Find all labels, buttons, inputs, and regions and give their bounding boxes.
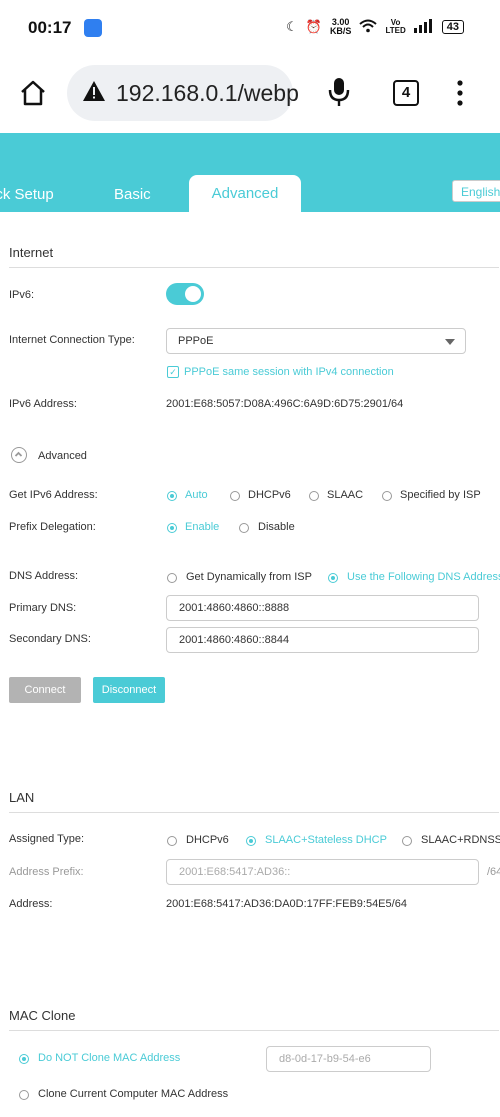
app-notification-icon [84, 19, 102, 37]
secondary-dns-label: Secondary DNS: [9, 633, 91, 645]
option-prefix-disable[interactable]: Disable [258, 521, 295, 533]
assigned-type-label: Assigned Type: [9, 833, 85, 845]
option-dns-manual[interactable]: Use the Following DNS Addresses [347, 571, 500, 583]
volte-indicator: Vo LTED [385, 18, 406, 35]
lan-address-label: Address: [9, 898, 53, 910]
option-slaac[interactable]: SLAAC [327, 489, 363, 501]
option-lan-dhcpv6[interactable]: DHCPv6 [186, 834, 229, 846]
tab-switcher-button[interactable]: 4 [393, 80, 419, 106]
option-clone-current[interactable]: Clone Current Computer MAC Address [38, 1088, 228, 1100]
home-icon[interactable] [18, 78, 48, 108]
option-auto[interactable]: Auto [185, 489, 208, 501]
dns-address-label: DNS Address: [9, 570, 79, 582]
connect-button[interactable]: Connect [9, 677, 81, 703]
tab-quick-setup[interactable]: ick Setup [0, 186, 54, 203]
connection-type-label: Internet Connection Type: [9, 334, 135, 346]
address-prefix-input[interactable]: 2001:E68:5417:AD36:: [166, 859, 479, 885]
moon-icon: ☾ [286, 19, 298, 34]
option-specified-by-isp[interactable]: Specified by ISP [400, 489, 481, 501]
ipv6-toggle[interactable] [166, 283, 204, 305]
option-prefix-enable[interactable]: Enable [185, 521, 219, 533]
radio-dhcpv6[interactable] [230, 491, 240, 501]
battery-icon: 43 [441, 20, 464, 34]
status-icons: ☾ ⏰ 3.00 KB/S Vo LTED 43 [286, 18, 464, 36]
mac-address-input[interactable]: d8-0d-17-b9-54-e6 [266, 1046, 431, 1072]
radio-lan-slaac-dhcp[interactable] [246, 836, 256, 846]
net-speed: 3.00 KB/S [329, 17, 352, 36]
radio-prefix-enable[interactable] [167, 523, 177, 533]
status-time: 00:17 [28, 18, 72, 37]
radio-prefix-disable[interactable] [239, 523, 249, 533]
wifi-icon [359, 19, 378, 36]
address-prefix-label: Address Prefix: [9, 866, 84, 878]
collapse-advanced-icon[interactable] [11, 447, 27, 463]
radio-slaac[interactable] [309, 491, 319, 501]
prefix-length: /64 [487, 866, 500, 878]
radio-lan-dhcpv6[interactable] [167, 836, 177, 846]
lan-address-value: 2001:E68:5417:AD36:DA0D:17FF:FEB9:54E5/6… [166, 898, 407, 910]
more-menu-icon[interactable] [455, 80, 465, 111]
ipv6-address-value: 2001:E68:5057:D08A:496C:6A9D:6D75:2901/6… [166, 398, 404, 410]
prefix-delegation-label: Prefix Delegation: [9, 521, 96, 533]
same-session-checkbox[interactable]: ✓ [167, 366, 179, 378]
option-no-clone[interactable]: Do NOT Clone MAC Address [38, 1052, 180, 1064]
tab-advanced-label: Advanced [211, 185, 279, 202]
warning-icon[interactable] [82, 80, 106, 107]
option-lan-slaac-dhcp[interactable]: SLAAC+Stateless DHCP [265, 834, 387, 846]
connection-type-value: PPPoE [178, 335, 214, 347]
option-dhcpv6[interactable]: DHCPv6 [248, 489, 291, 501]
tab-basic[interactable]: Basic [114, 186, 151, 203]
primary-dns-label: Primary DNS: [9, 602, 77, 614]
lan-section-title: LAN [9, 790, 35, 805]
alarm-icon: ⏰ [305, 19, 322, 34]
advanced-toggle-label[interactable]: Advanced [38, 450, 87, 462]
radio-auto[interactable] [167, 491, 177, 501]
internet-section-title: Internet [9, 245, 54, 260]
divider [9, 812, 499, 813]
divider [9, 267, 499, 268]
ipv6-label: IPv6: [9, 289, 35, 301]
connection-type-select[interactable]: PPPoE [166, 328, 466, 354]
mac-clone-section-title: MAC Clone [9, 1008, 76, 1023]
url-text[interactable]: 192.168.0.1/webp [116, 80, 299, 107]
tab-advanced[interactable]: Advanced [189, 175, 301, 213]
chevron-down-icon [445, 339, 455, 345]
language-select[interactable]: English [452, 180, 500, 202]
radio-dns-manual[interactable] [328, 573, 338, 583]
option-dns-dynamic[interactable]: Get Dynamically from ISP [186, 571, 312, 583]
radio-clone-current[interactable] [19, 1090, 29, 1100]
same-session-label: PPPoE same session with IPv4 connection [184, 366, 394, 378]
radio-dns-dynamic[interactable] [167, 573, 177, 583]
microphone-icon[interactable] [326, 76, 352, 113]
get-ipv6-label: Get IPv6 Address: [9, 489, 98, 501]
disconnect-button[interactable]: Disconnect [93, 677, 165, 703]
option-lan-slaac-rdnss[interactable]: SLAAC+RDNSS [421, 834, 500, 846]
radio-specified-by-isp[interactable] [382, 491, 392, 501]
signal-icon [413, 18, 434, 36]
ipv6-address-label: IPv6 Address: [9, 398, 77, 410]
secondary-dns-input[interactable]: 2001:4860:4860::8844 [166, 627, 479, 653]
divider [9, 1030, 499, 1031]
radio-no-clone[interactable] [19, 1054, 29, 1064]
radio-lan-slaac-rdnss[interactable] [402, 836, 412, 846]
primary-dns-input[interactable]: 2001:4860:4860::8888 [166, 595, 479, 621]
